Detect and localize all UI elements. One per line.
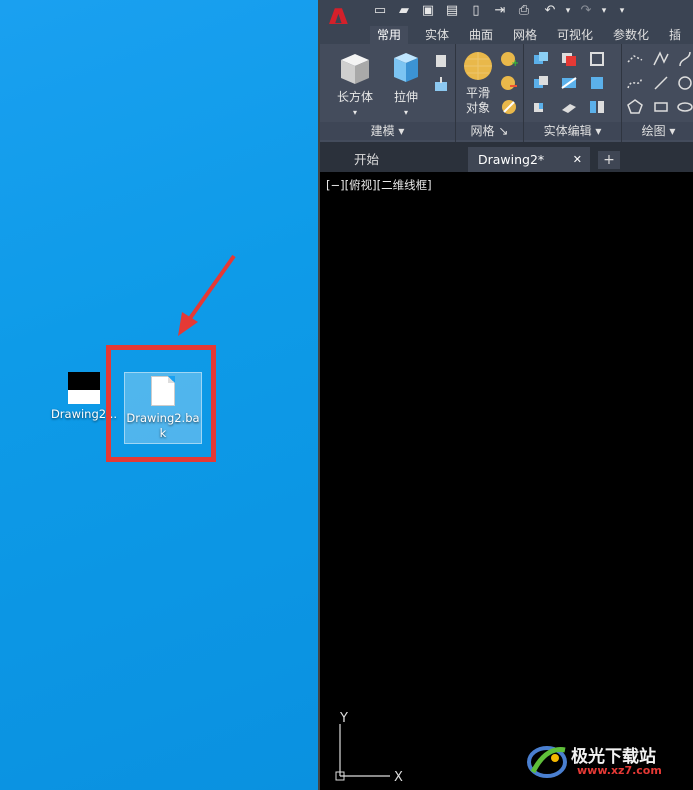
close-tab-icon[interactable]: ✕ [573,147,582,172]
tab-drawing2-label: Drawing2* [478,152,545,167]
slice-icon[interactable] [560,74,578,92]
ucs-y-label: Y [339,711,348,726]
polysolid-icon[interactable] [432,76,450,94]
new-file-icon[interactable]: ▭ [372,3,388,19]
extrude-label: 拉伸 [393,90,418,104]
undo-icon[interactable]: ↶ [542,3,558,19]
viewport-controls-label[interactable]: [−][俯视][二维线框] [326,177,432,193]
tab-solid[interactable]: 实体 [418,26,456,44]
subtract-icon[interactable] [532,74,550,92]
red-highlight-box [106,345,216,462]
ucs-x-label: X [394,770,403,784]
panel-solid-edit: 实体编辑 ▾ [524,44,622,142]
box-button[interactable]: 长方体 ▾ [332,50,378,120]
spline-icon[interactable] [626,74,644,92]
save-as-icon[interactable]: ▤ [444,3,460,19]
red-arrow-annotation [178,254,236,336]
tab-surface[interactable]: 曲面 [462,26,500,44]
panel-title-solid-edit[interactable]: 实体编辑 ▾ [524,122,621,140]
presspull-icon[interactable] [432,52,450,70]
box-icon [341,54,369,84]
open-folder-icon[interactable]: ▰ [396,3,412,19]
smooth-sphere-icon [464,52,492,80]
import-icon[interactable]: ⇥ [492,3,508,19]
watermark-url: www.xz7.com [577,764,662,777]
union-icon[interactable] [532,50,550,68]
tab-parametric[interactable]: 参数化 [606,26,656,44]
separate-icon[interactable] [588,98,606,116]
panel-title-mesh[interactable]: 网格 ↘ [456,122,523,140]
redo-dropdown-icon[interactable]: ▾ [596,3,612,19]
dwg-file-icon [68,372,100,404]
extract-edges-icon[interactable] [588,50,606,68]
extrude-icon [394,53,418,82]
watermark-icon [527,746,567,778]
ellipse-icon[interactable] [676,98,693,116]
mesh-smooth-more-icon[interactable]: + [500,50,518,68]
line-icon[interactable] [652,74,670,92]
svg-text:+: + [511,58,518,68]
tab-insert[interactable]: 插入 [662,26,693,60]
thicken-icon[interactable] [560,98,578,116]
tab-visualize[interactable]: 可视化 [550,26,600,44]
tab-drawing2[interactable]: Drawing2* ✕ [468,147,590,172]
watermark-logo: 极光下载站 www.xz7.com [525,740,685,784]
desktop: Drawing2... Drawing2.bak [0,0,318,790]
circle-icon[interactable] [676,74,693,92]
document-tab-bar: 开始 Drawing2* ✕ + [320,142,693,172]
helix-icon[interactable] [676,50,693,68]
mesh-smooth-less-icon[interactable] [500,74,518,92]
tab-start[interactable]: 开始 [330,147,462,172]
ribbon-tab-bar: 常用 实体 曲面 网格 可视化 参数化 插入 [320,24,693,60]
redo-icon[interactable]: ↷ [578,3,594,19]
quick-access-toolbar: ▭ ▰ ▣ ▤ ▯ ⇥ ⎙ ↶ ▾ ↷ ▾ ▾ [320,0,693,24]
polygon-icon[interactable] [626,98,644,116]
tab-mesh[interactable]: 网格 [506,26,544,44]
panel-title-modeling[interactable]: 建模 ▾ [320,122,455,140]
panel-title-draw[interactable]: 绘图 ▾ [622,122,693,140]
mesh-refine-icon[interactable] [500,98,518,116]
print-icon[interactable]: ⎙ [516,3,532,19]
smooth-object-button[interactable]: 平滑 对象 [460,50,496,116]
ucs-icon: Y X [335,711,403,784]
box-label: 长方体 [336,90,373,104]
save-icon[interactable]: ▣ [420,3,436,19]
extrude-button[interactable]: 拉伸 ▾ [386,50,426,120]
intersect-icon[interactable] [532,98,550,116]
tab-home[interactable]: 常用 [370,26,409,44]
customize-toolbar-icon[interactable]: ▾ [614,3,630,19]
interfere-icon[interactable] [560,50,578,68]
panel-modeling: 长方体 ▾ 拉伸 ▾ 建模 ▾ [320,44,456,142]
undo-dropdown-icon[interactable]: ▾ [560,3,576,19]
ribbon: 长方体 ▾ 拉伸 ▾ 建模 ▾ 平滑 对象 + 网格 ↘ 实体编辑 ▾ 绘图 ▾ [320,44,693,142]
imprint-icon[interactable] [588,74,606,92]
panel-mesh: 平滑 对象 + 网格 ↘ [456,44,524,142]
3d-polyline-icon[interactable] [652,50,670,68]
rectangle-icon[interactable] [652,98,670,116]
publish-icon[interactable]: ▯ [468,3,484,19]
polyline-icon[interactable] [626,50,644,68]
panel-draw: 绘图 ▾ [622,44,693,142]
new-tab-button[interactable]: + [598,151,620,169]
autocad-window: ▭ ▰ ▣ ▤ ▯ ⇥ ⎙ ↶ ▾ ↷ ▾ ▾ A 常用 实体 曲面 网格 可视… [318,0,693,790]
